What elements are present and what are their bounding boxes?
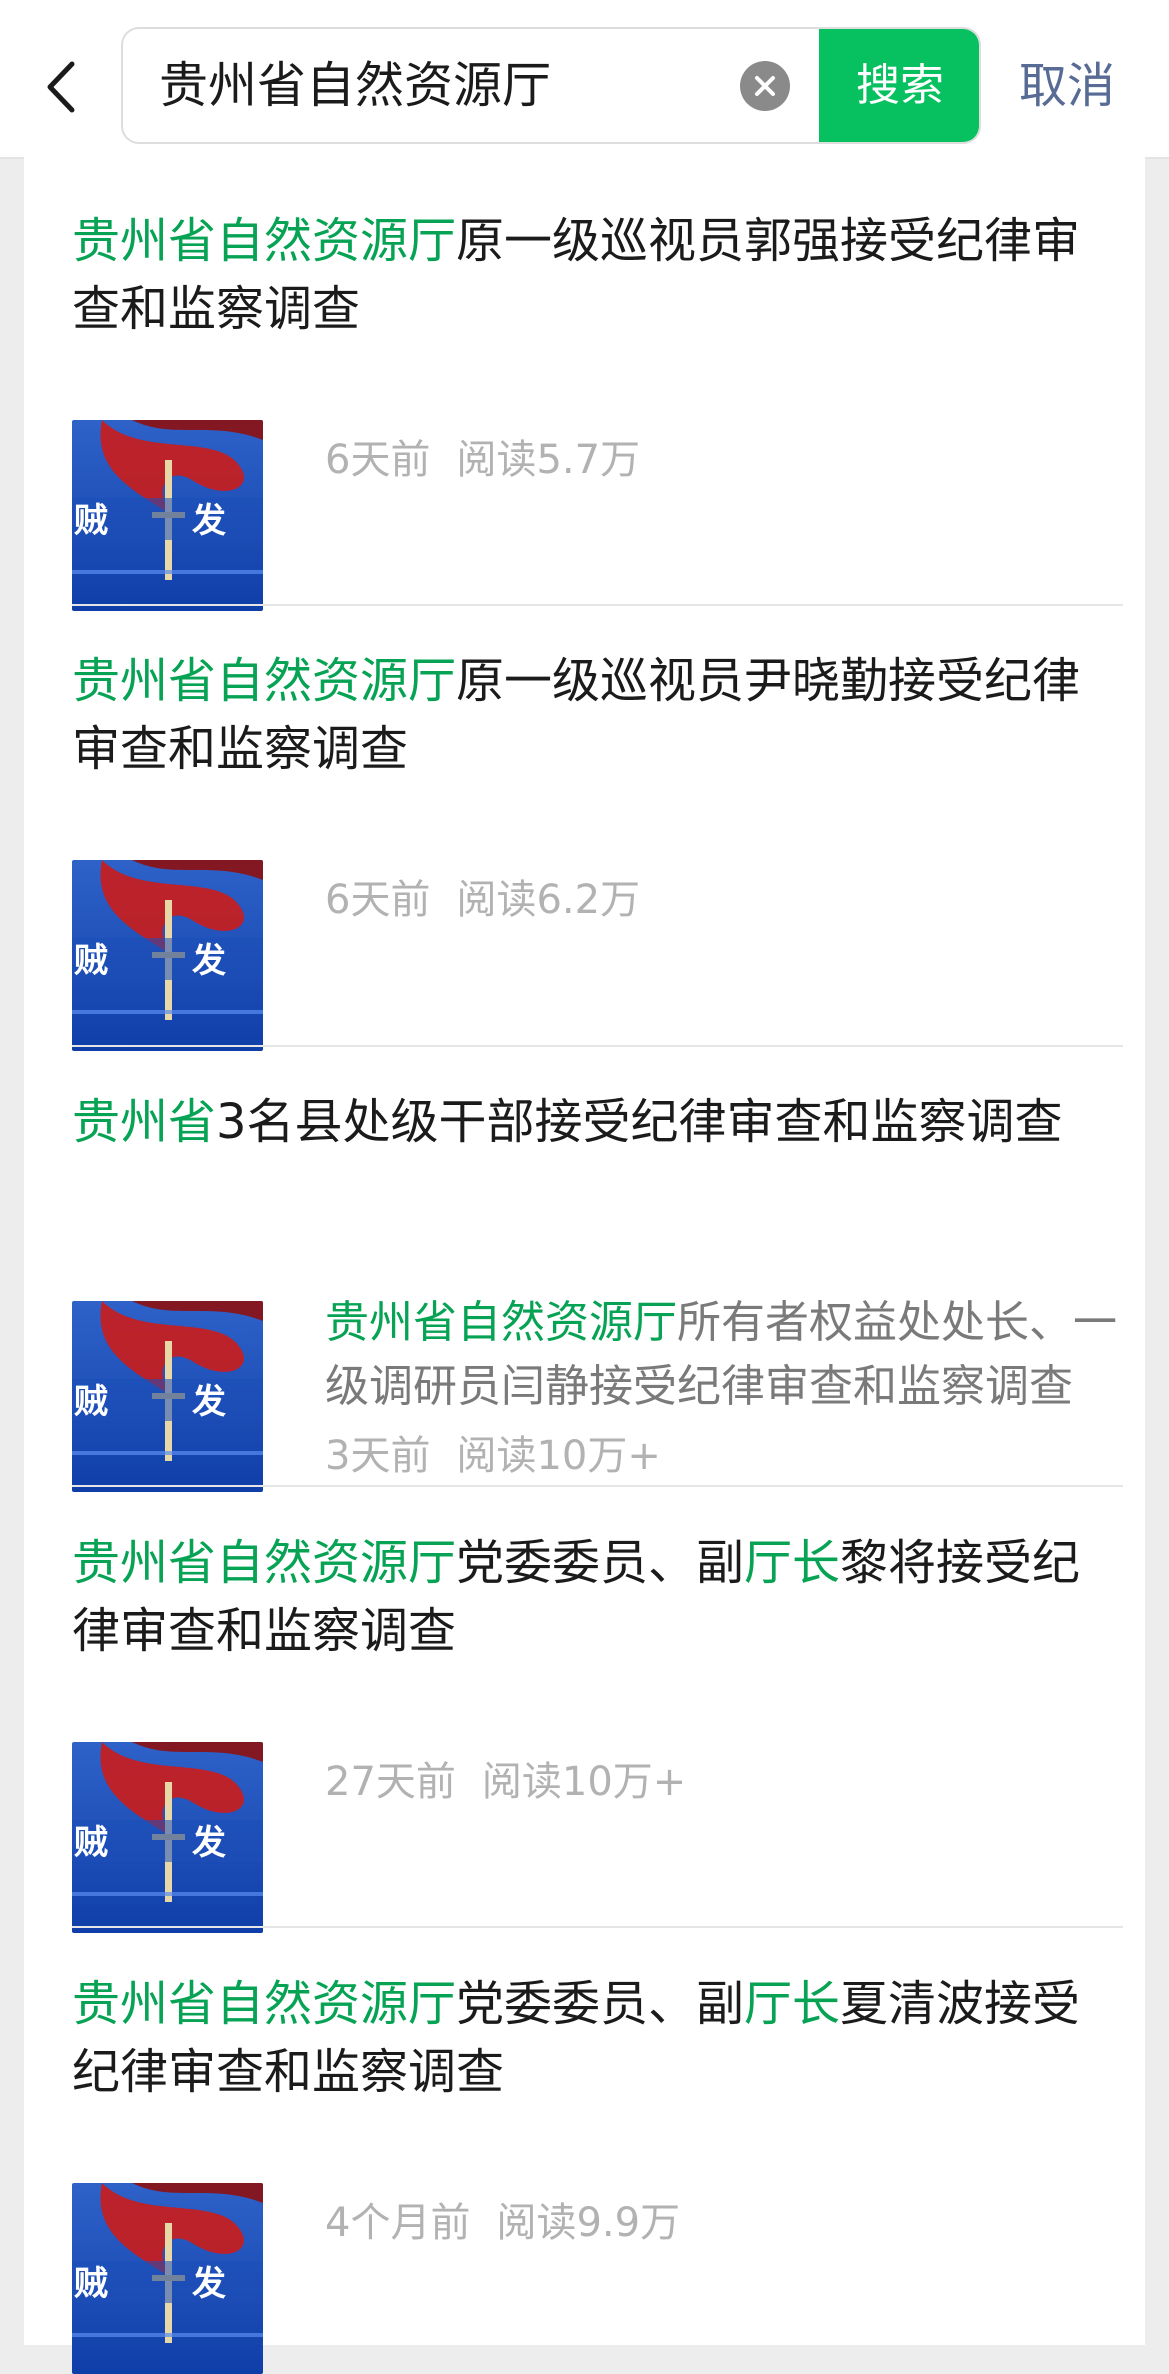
text-segment: 3名县处级干部接受纪律审查和监察调查	[216, 1094, 1063, 1150]
text-segment: 党委委员、副	[456, 1976, 745, 2032]
divider	[72, 1926, 1123, 1928]
divider	[72, 1485, 1123, 1487]
svg-text:发: 发	[192, 501, 226, 541]
keyword-highlight: 贵州省	[72, 1094, 217, 1150]
keyword-highlight: 厅长	[744, 1976, 841, 2032]
text-segment: 党委委员、副	[456, 1535, 745, 1591]
result-title[interactable]: 贵州省自然资源厅原一级巡视员尹晓勤接受纪律审查和监察调查	[72, 647, 1123, 783]
result-item[interactable]: 贵州省自然资源厅原一级巡视员尹晓勤接受纪律审查和监察调查 贼 发 6天前 阅读6.…	[72, 647, 1123, 1051]
cancel-button[interactable]: 取消	[1019, 28, 1115, 145]
result-meta: 27天前 阅读10万+	[325, 1757, 686, 1807]
result-title[interactable]: 贵州省自然资源厅原一级巡视员郭强接受纪律审查和监察调查	[72, 207, 1123, 343]
read-count: 阅读5.7万	[456, 437, 641, 483]
back-icon[interactable]	[38, 52, 88, 122]
search-header: 贵州省自然资源厅 搜索 取消	[0, 0, 1169, 159]
publish-time: 3天前	[325, 1433, 431, 1479]
svg-text:发: 发	[192, 1382, 226, 1422]
keyword-highlight: 贵州省自然资源厅	[72, 213, 457, 269]
result-thumbnail: 贼 发	[72, 420, 263, 611]
result-item[interactable]: 贵州省自然资源厅原一级巡视员郭强接受纪律审查和监察调查 贼 发 6天前 阅读5.7…	[72, 207, 1123, 611]
results-list: 贵州省自然资源厅原一级巡视员郭强接受纪律审查和监察调查 贼 发 6天前 阅读5.7…	[24, 157, 1145, 2374]
result-title[interactable]: 贵州省自然资源厅党委委员、副厅长夏清波接受纪律审查和监察调查	[72, 1970, 1123, 2106]
result-item[interactable]: 贵州省自然资源厅党委委员、副厅长夏清波接受纪律审查和监察调查 贼 发 4个月前阅…	[72, 1970, 1123, 2374]
svg-text:发: 发	[192, 1823, 226, 1863]
svg-text:贼: 贼	[74, 941, 108, 981]
search-input[interactable]: 贵州省自然资源厅 搜索	[121, 27, 981, 144]
svg-text:贼: 贼	[74, 1823, 108, 1863]
result-thumbnail: 贼 发	[72, 1742, 263, 1933]
svg-text:贼: 贼	[74, 2264, 108, 2304]
result-thumbnail: 贼 发	[72, 1301, 263, 1492]
search-query-text[interactable]: 贵州省自然资源厅	[159, 29, 551, 142]
publish-time: 6天前	[325, 877, 431, 923]
result-item[interactable]: 贵州省自然资源厅党委委员、副厅长黎将接受纪律审查和监察调查 贼 发 27天前 阅读…	[72, 1529, 1123, 1933]
result-snippet: 贵州省自然资源厅所有者权益处处长、一级调研员闫静接受纪律审查和监察调查	[325, 1291, 1135, 1419]
divider	[72, 1045, 1123, 1047]
read-count: 阅读6.2万	[456, 877, 641, 923]
svg-text:发: 发	[192, 2264, 226, 2304]
read-count: 阅读10万+	[456, 1433, 661, 1479]
keyword-highlight: 贵州省自然资源厅	[72, 1976, 457, 2032]
svg-text:贼: 贼	[74, 501, 108, 541]
keyword-highlight: 贵州省自然资源厅	[72, 653, 457, 709]
result-meta: 6天前 阅读5.7万	[325, 435, 640, 485]
read-count: 阅读9.9万	[496, 2200, 681, 2246]
result-meta: 3天前 阅读10万+	[325, 1431, 661, 1481]
publish-time: 6天前	[325, 437, 431, 483]
svg-text:发: 发	[192, 941, 226, 981]
search-button[interactable]: 搜索	[819, 29, 979, 142]
result-thumbnail: 贼 发	[72, 2183, 263, 2374]
result-title[interactable]: 贵州省3名县处级干部接受纪律审查和监察调查	[72, 1088, 1123, 1156]
publish-time: 27天前	[325, 1759, 456, 1805]
read-count: 阅读10万+	[481, 1759, 687, 1805]
result-meta: 6天前 阅读6.2万	[325, 875, 640, 925]
result-meta: 4个月前 阅读9.9万	[325, 2198, 680, 2248]
divider	[72, 604, 1123, 606]
keyword-highlight: 贵州省自然资源厅	[325, 1297, 677, 1348]
result-item[interactable]: 贵州省3名县处级干部接受纪律审查和监察调查 贼 发 贵州省自然资源厅所有者权益处…	[72, 1088, 1123, 1492]
result-title[interactable]: 贵州省自然资源厅党委委员、副厅长黎将接受纪律审查和监察调查	[72, 1529, 1123, 1665]
result-thumbnail: 贼 发	[72, 860, 263, 1051]
publish-time: 4个月前	[325, 2200, 471, 2246]
svg-text:贼: 贼	[74, 1382, 108, 1422]
clear-icon[interactable]	[740, 61, 790, 111]
keyword-highlight: 贵州省自然资源厅	[72, 1535, 457, 1591]
keyword-highlight: 厅长	[744, 1535, 841, 1591]
